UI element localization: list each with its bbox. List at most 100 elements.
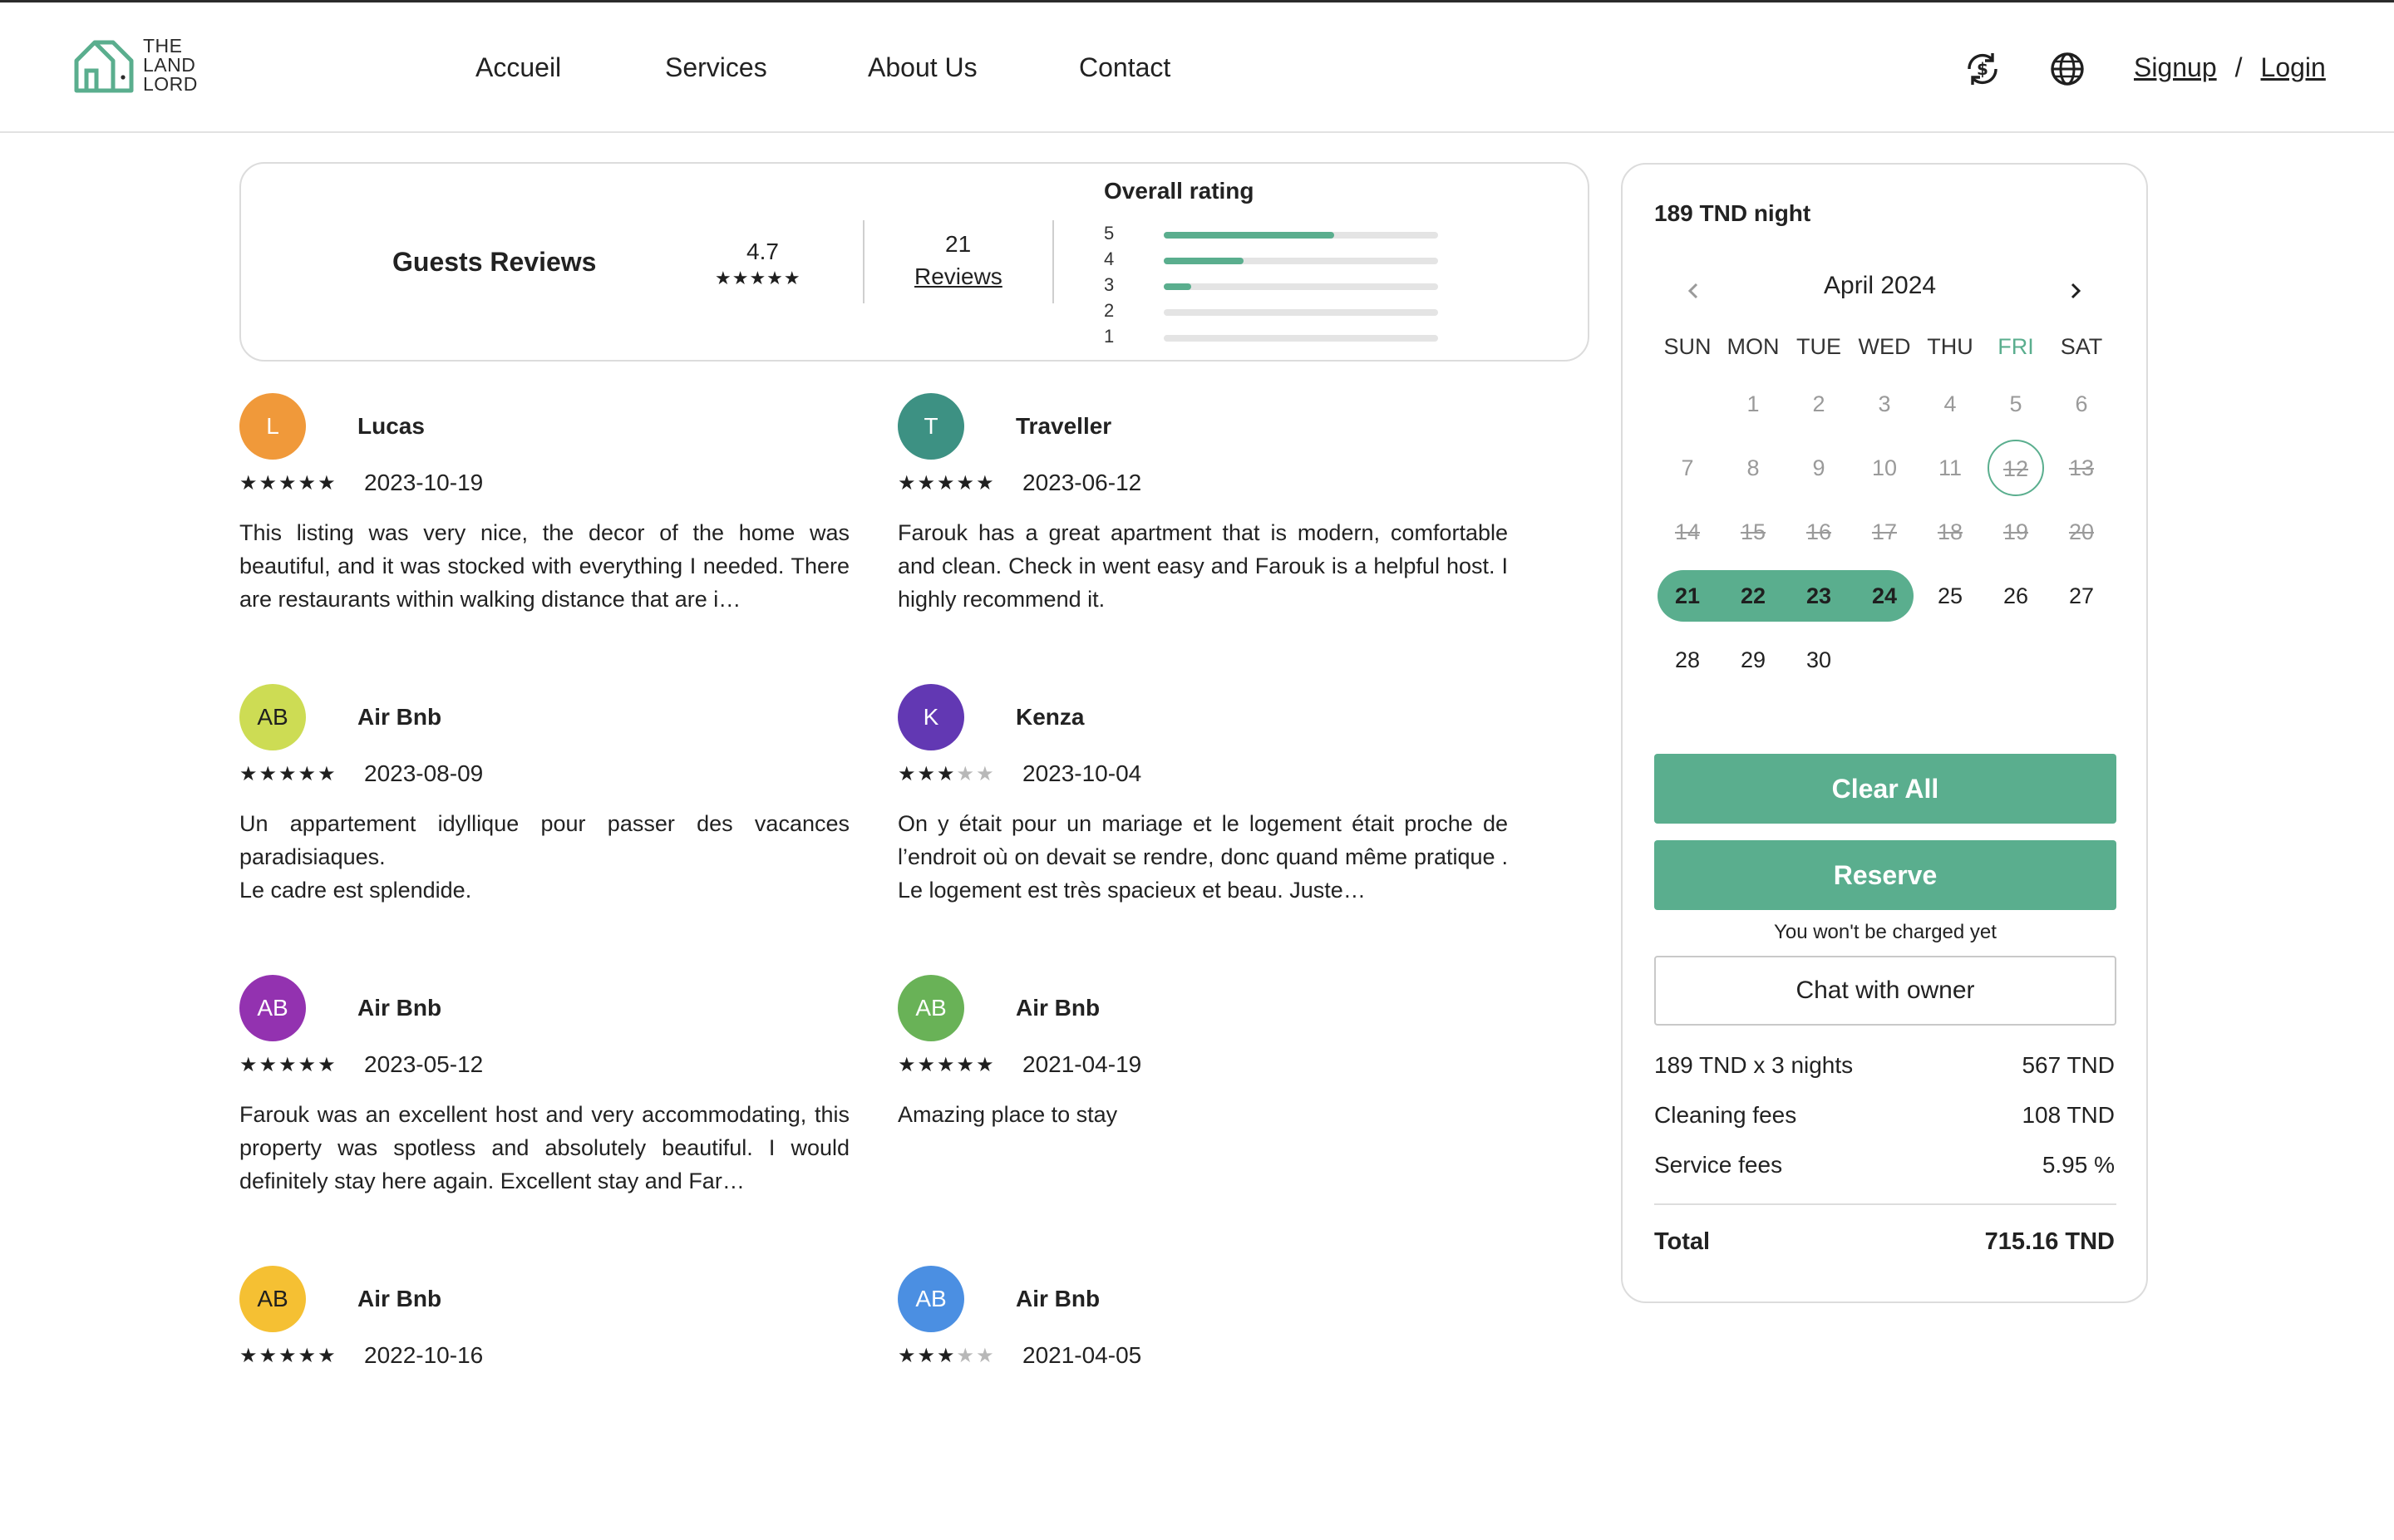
star-empty-icon: ★ xyxy=(976,763,996,785)
rating-bar-row: 3 xyxy=(1104,274,1438,299)
review-date: 2023-10-04 xyxy=(1022,760,1142,786)
weekday-header: THU xyxy=(1927,334,1973,359)
rating-bar-row: 1 xyxy=(1104,326,1438,351)
rating-bar-track xyxy=(1164,283,1438,290)
star-filled-icon: ★ xyxy=(937,472,957,494)
star-filled-icon: ★ xyxy=(956,1054,977,1076)
chevron-left-icon[interactable] xyxy=(1677,274,1710,308)
reviewer-name: Lucas xyxy=(357,413,425,439)
star-filled-icon: ★ xyxy=(298,1054,318,1076)
review-item: L Lucas ★★★★★ 2023-10-19 This listing was ve… xyxy=(239,393,850,667)
logo-line-1: THE xyxy=(143,34,183,57)
calendar-day: 5 xyxy=(2009,391,2022,416)
average-rating-value: 4.7 xyxy=(746,239,779,264)
star-filled-icon: ★ xyxy=(259,472,279,494)
avatar: AB xyxy=(239,975,306,1041)
nav-contact[interactable]: Contact xyxy=(1079,52,1170,83)
review-stars: ★★★★★ xyxy=(239,1053,337,1077)
calendar-day: 6 xyxy=(2075,391,2088,416)
review-stars: ★★★★★ xyxy=(898,1344,996,1368)
star-filled-icon: ★ xyxy=(298,472,318,494)
calendar-day-selected[interactable]: 24 xyxy=(1851,571,1918,621)
review-item: T Traveller ★★★★★ 2023-06-12 Farouk has a gr… xyxy=(898,393,1508,667)
review-date: 2023-08-09 xyxy=(364,760,484,786)
star-filled-icon: ★ xyxy=(298,763,318,785)
nav-accueil[interactable]: Accueil xyxy=(475,52,561,83)
star-filled-icon: ★ xyxy=(917,472,938,494)
star-filled-icon: ★ xyxy=(278,1345,298,1367)
no-charge-note: You won't be charged yet xyxy=(1774,921,1997,943)
reviewer-name: Kenza xyxy=(1016,704,1085,730)
rating-bar-label: 5 xyxy=(1104,223,1115,244)
star-filled-icon: ★ xyxy=(956,472,977,494)
calendar-day[interactable]: 30 xyxy=(1786,635,1852,685)
star-filled-icon: ★ xyxy=(259,1345,279,1367)
logo-text: THE LAND LORD xyxy=(143,34,198,94)
rating-bar-track xyxy=(1164,258,1438,264)
star-filled-icon: ★ xyxy=(917,1345,938,1367)
cleaning-fee-label: Cleaning fees xyxy=(1654,1102,1797,1128)
chat-with-owner-button[interactable]: Chat with owner xyxy=(1654,956,2116,1026)
review-stars: ★★★★★ xyxy=(239,1344,337,1368)
reviews-link[interactable]: Reviews xyxy=(914,263,1002,290)
nights-fee-label: 189 TND x 3 nights xyxy=(1654,1052,1854,1078)
calendar-day[interactable]: 27 xyxy=(2048,571,2115,621)
summary-divider-1 xyxy=(863,220,864,303)
summary-divider-2 xyxy=(1052,220,1054,303)
star-filled-icon: ★ xyxy=(259,763,279,785)
clear-all-button[interactable]: Clear All xyxy=(1654,754,2116,824)
rating-bar-fill xyxy=(1164,283,1191,290)
rating-bar-fill xyxy=(1164,258,1244,264)
calendar-day: 9 xyxy=(1812,455,1825,480)
review-stars: ★★★★★ xyxy=(239,471,337,495)
reserve-button[interactable]: Reserve xyxy=(1654,840,2116,910)
avatar: K xyxy=(898,684,964,750)
review-stars: ★★★★★ xyxy=(898,1053,996,1077)
rating-bar-track xyxy=(1164,232,1438,239)
signup-link[interactable]: Signup xyxy=(2134,52,2217,82)
logo[interactable]: THE LAND LORD xyxy=(71,36,198,94)
rating-bar-row: 4 xyxy=(1104,248,1438,273)
total-value: 715.16 TND xyxy=(1984,1228,2115,1255)
star-filled-icon: ★ xyxy=(239,763,259,785)
rating-bar-row: 5 xyxy=(1104,223,1438,248)
calendar-day: 7 xyxy=(1681,455,1694,480)
star-empty-icon: ★ xyxy=(956,763,977,785)
calendar-day[interactable]: 26 xyxy=(1983,571,2049,621)
nav-services[interactable]: Services xyxy=(665,52,767,83)
currency-exchange-icon[interactable]: $ xyxy=(1962,48,2003,90)
login-link[interactable]: Login xyxy=(2261,52,2326,82)
star-filled-icon: ★ xyxy=(259,1054,279,1076)
calendar-day[interactable]: 29 xyxy=(1720,635,1786,685)
globe-icon[interactable] xyxy=(2047,48,2088,90)
calendar-day[interactable]: 25 xyxy=(1917,571,1983,621)
auth-links: Signup / Login xyxy=(2134,52,2326,83)
reviews-count: 21 xyxy=(945,231,972,257)
star-filled-icon: ★ xyxy=(937,1054,957,1076)
avatar: AB xyxy=(898,975,964,1041)
nav-about-us[interactable]: About Us xyxy=(868,52,978,83)
weekday-header: TUE xyxy=(1796,334,1841,359)
review-item: AB Air Bnb ★★★★★ 2023-05-12 Farouk was an ex… xyxy=(239,975,850,1249)
rating-bar-label: 2 xyxy=(1104,300,1115,321)
review-item: AB Air Bnb ★★★★★ 2023-08-09 Un appartement i… xyxy=(239,684,850,958)
review-item: AB Air Bnb ★★★★★ 2022-10-16 xyxy=(239,1266,850,1540)
star-filled-icon: ★ xyxy=(937,1345,957,1367)
rating-bar-track xyxy=(1164,335,1438,342)
avatar: AB xyxy=(898,1266,964,1332)
star-empty-icon: ★ xyxy=(956,1345,977,1367)
total-divider xyxy=(1654,1203,2116,1205)
star-filled-icon: ★ xyxy=(318,472,337,494)
calendar-day-selected[interactable]: 21 xyxy=(1654,571,1721,621)
calendar-day-selected[interactable]: 22 xyxy=(1720,571,1786,621)
svg-text:$: $ xyxy=(1977,59,1988,79)
calendar-day: 1 xyxy=(1746,391,1760,416)
cleaning-fee-value: 108 TND xyxy=(2022,1102,2115,1128)
star-filled-icon: ★ xyxy=(898,472,918,494)
top-navbar: THE LAND LORD Accueil Services About Us … xyxy=(0,0,2394,133)
calendar-day[interactable]: 28 xyxy=(1654,635,1721,685)
weekday-header: MON xyxy=(1727,334,1780,359)
chevron-right-icon[interactable] xyxy=(2059,274,2092,308)
calendar-day-selected[interactable]: 23 xyxy=(1786,571,1852,621)
calendar-day: 13 xyxy=(2068,455,2095,480)
